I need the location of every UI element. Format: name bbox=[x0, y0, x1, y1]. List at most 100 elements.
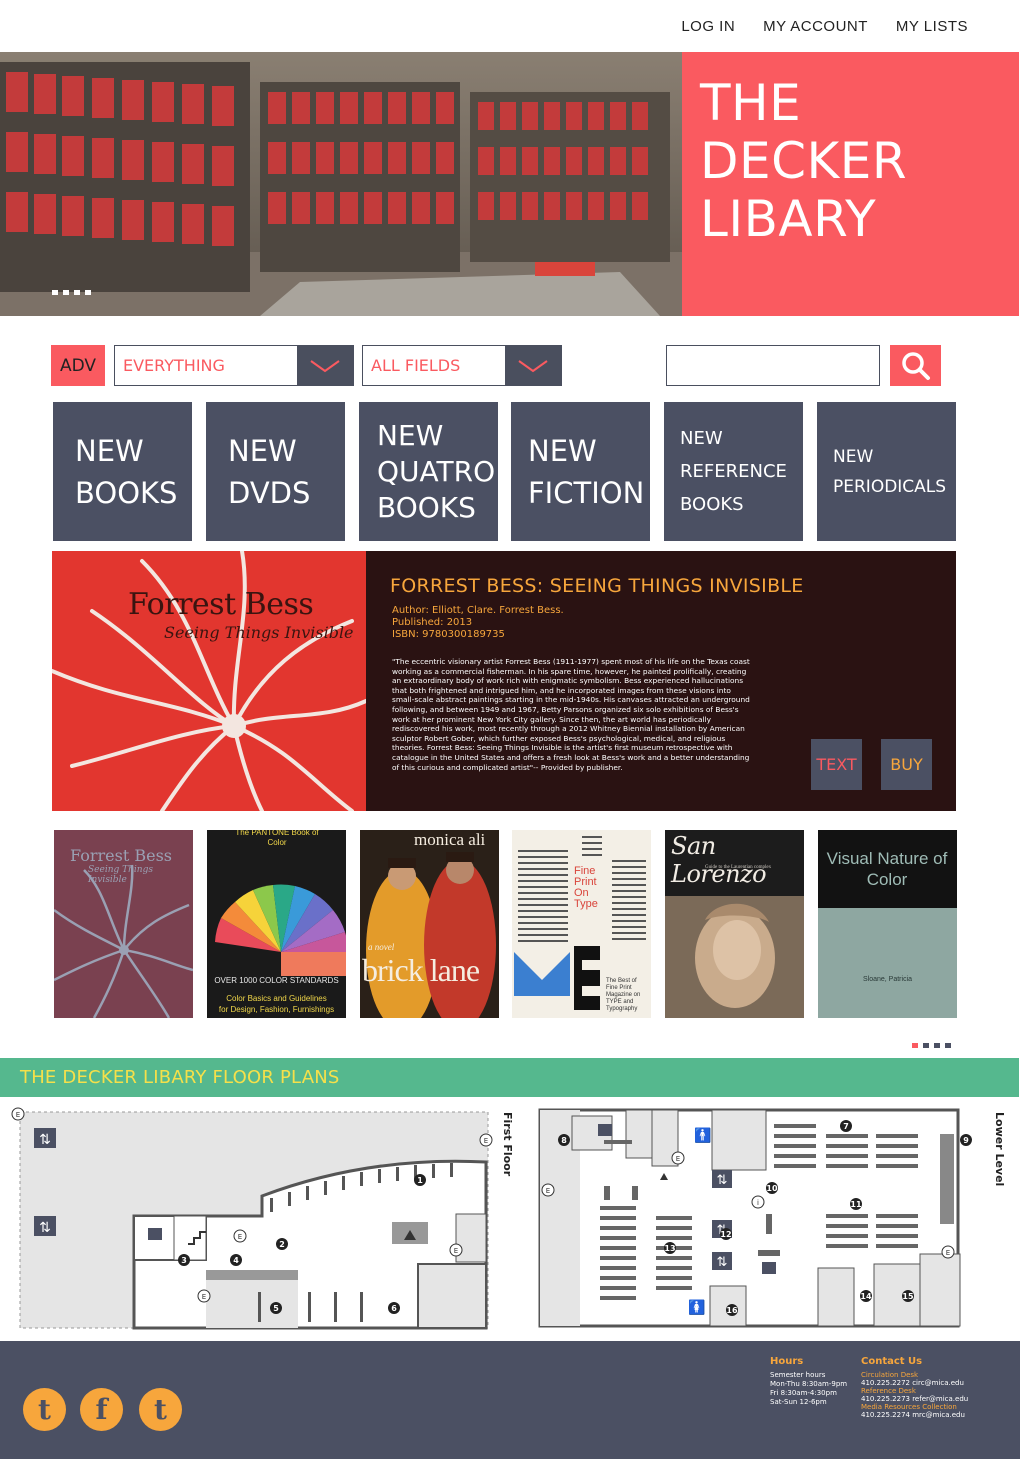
book-cover[interactable]: Visual Nature of Color Sloane, Patricia bbox=[818, 830, 957, 1018]
featured-cover-title: Forrest Bess bbox=[128, 587, 314, 622]
first-floor-map[interactable]: ⇅ ⇅ 1 2 3 4 5 6 E E E E E First Floor bbox=[8, 1104, 518, 1334]
carousel-pagination[interactable] bbox=[912, 1043, 951, 1048]
tile-new-reference-books[interactable]: NEW REFERENCE BOOKS bbox=[664, 402, 803, 541]
svg-text:⇅: ⇅ bbox=[717, 1255, 728, 1270]
map-marker[interactable]: 3 bbox=[181, 1256, 187, 1265]
map-marker[interactable]: 12 bbox=[720, 1230, 731, 1239]
map-marker[interactable]: 9 bbox=[963, 1136, 969, 1145]
map-marker[interactable]: 14 bbox=[860, 1292, 872, 1301]
hero-title-panel: THE DECKER LIBARY bbox=[682, 52, 1019, 316]
search-input[interactable] bbox=[666, 345, 880, 386]
hours-line: Mon-Thu 8:30am-9pm bbox=[770, 1380, 848, 1388]
featured-author: Author: Elliott, Clare. Forrest Bess. bbox=[392, 605, 564, 616]
site-title: THE DECKER LIBARY bbox=[700, 74, 908, 248]
contact-label: Circulation Desk bbox=[861, 1371, 919, 1379]
map-marker[interactable]: 7 bbox=[843, 1122, 849, 1131]
svg-text:🚹: 🚹 bbox=[694, 1127, 711, 1144]
svg-text:E: E bbox=[202, 1293, 206, 1301]
svg-text:E: E bbox=[546, 1187, 550, 1195]
cover-title: Fine Print On Type bbox=[574, 865, 598, 910]
facebook-icon[interactable]: f bbox=[80, 1388, 123, 1431]
floor-plans-header: THE DECKER LIBARY FLOOR PLANS bbox=[0, 1058, 1019, 1097]
search-button[interactable] bbox=[890, 345, 941, 386]
login-link[interactable]: LOG IN bbox=[681, 18, 735, 35]
svg-text:E: E bbox=[484, 1137, 488, 1145]
map-marker[interactable]: 2 bbox=[279, 1240, 285, 1249]
buy-button[interactable]: BUY bbox=[881, 739, 932, 790]
advanced-search-button[interactable]: ADV bbox=[51, 345, 105, 386]
text-button[interactable]: TEXT bbox=[811, 739, 862, 790]
svg-text:⇅: ⇅ bbox=[717, 1173, 728, 1188]
svg-text:E: E bbox=[946, 1249, 950, 1257]
hours-line: Fri 8:30am-4:30pm bbox=[770, 1389, 837, 1397]
map-marker[interactable]: 10 bbox=[766, 1184, 778, 1193]
info-icon[interactable]: i bbox=[757, 1199, 759, 1207]
contact-value[interactable]: 410.225.2273 refer@mica.edu bbox=[861, 1395, 968, 1403]
my-account-link[interactable]: MY ACCOUNT bbox=[763, 18, 868, 35]
map-marker[interactable]: 4 bbox=[233, 1256, 239, 1265]
lower-level-label: Lower Level bbox=[993, 1112, 1006, 1186]
contact-label: Reference Desk bbox=[861, 1387, 916, 1395]
page-dot-active[interactable] bbox=[912, 1043, 918, 1048]
book-cover[interactable]: San Lorenzo Guide to the Laurentian comp… bbox=[665, 830, 804, 1018]
tumblr-icon[interactable]: t bbox=[23, 1388, 66, 1431]
tile-new-periodicals[interactable]: NEW PERIODICALS bbox=[817, 402, 956, 541]
book-cover[interactable]: The PANTONE Book of Color OVER 1000 COLO… bbox=[207, 830, 346, 1018]
scope-select[interactable]: EVERYTHING bbox=[114, 345, 354, 386]
svg-text:⇅: ⇅ bbox=[39, 1220, 51, 1236]
cover-author: monica ali bbox=[414, 830, 486, 849]
slide-dot[interactable] bbox=[85, 290, 91, 295]
cover-title: brick lane bbox=[362, 952, 480, 988]
svg-text:🚺: 🚺 bbox=[688, 1299, 705, 1316]
floor-plans-heading: THE DECKER LIBARY FLOOR PLANS bbox=[20, 1067, 340, 1088]
slide-dot[interactable] bbox=[74, 290, 80, 295]
cover-title: The PANTONE Book of Color bbox=[235, 830, 319, 847]
hours-line: Semester hours bbox=[770, 1371, 826, 1379]
page-dot[interactable] bbox=[934, 1043, 940, 1048]
top-nav: LOG IN MY ACCOUNT MY LISTS bbox=[681, 18, 968, 35]
featured-published: Published: 2013 bbox=[392, 617, 473, 628]
twitter-icon[interactable]: t bbox=[139, 1388, 182, 1431]
map-marker[interactable]: 11 bbox=[850, 1200, 862, 1209]
map-marker[interactable]: 5 bbox=[273, 1304, 279, 1313]
svg-text:E: E bbox=[676, 1155, 680, 1163]
map-marker[interactable]: 1 bbox=[417, 1176, 423, 1185]
slide-dot[interactable] bbox=[52, 290, 58, 295]
tile-new-quatro-books[interactable]: NEW QUATRO BOOKS bbox=[359, 402, 498, 541]
book-cover[interactable]: Fine Print On Type The Best of Fine Prin… bbox=[512, 830, 651, 1018]
tile-new-dvds[interactable]: NEW DVDS bbox=[206, 402, 345, 541]
cover-tag: a novel bbox=[368, 942, 395, 952]
slide-dot[interactable] bbox=[63, 290, 69, 295]
hours-line: Sat-Sun 12-6pm bbox=[770, 1398, 827, 1406]
page-dot[interactable] bbox=[923, 1043, 929, 1048]
svg-text:E: E bbox=[238, 1233, 242, 1241]
first-floor-label: First Floor bbox=[501, 1112, 514, 1177]
tile-new-fiction[interactable]: NEW FICTION bbox=[511, 402, 650, 541]
contact-value[interactable]: 410.225.2272 circ@mica.edu bbox=[861, 1379, 964, 1387]
contact-heading: Contact Us bbox=[861, 1356, 923, 1367]
tile-new-books[interactable]: NEW BOOKS bbox=[53, 402, 192, 541]
cover-title: San Lorenzo bbox=[671, 832, 767, 888]
featured-description: "The eccentric visionary artist Forrest … bbox=[392, 657, 750, 772]
cover-title: Visual Nature of Color bbox=[826, 849, 948, 889]
field-select[interactable]: ALL FIELDS bbox=[362, 345, 562, 386]
map-marker[interactable]: 8 bbox=[561, 1136, 567, 1145]
chevron-down-icon[interactable] bbox=[505, 346, 561, 385]
map-marker[interactable]: 13 bbox=[664, 1244, 675, 1253]
cover-line: OVER 1000 COLOR STANDARDS bbox=[214, 976, 339, 985]
hero-image bbox=[0, 52, 682, 316]
map-marker[interactable]: 16 bbox=[726, 1306, 738, 1315]
hero-slide-indicator[interactable] bbox=[52, 290, 91, 295]
chevron-down-icon[interactable] bbox=[297, 346, 353, 385]
page-dot[interactable] bbox=[945, 1043, 951, 1048]
book-cover[interactable]: Forrest Bess Seeing Things Invisible bbox=[54, 830, 193, 1018]
book-cover[interactable]: monica ali a novel brick lane bbox=[360, 830, 499, 1018]
lower-level-map[interactable]: ⇅ ⇅ ⇅ 🚹 🚺 7 8 9 10 11 12 13 14 15 16 E E… bbox=[536, 1104, 1012, 1334]
featured-book-title[interactable]: FORREST BESS: SEEING THINGS INVISIBLE bbox=[390, 575, 804, 597]
cover-title: Forrest Bess bbox=[70, 846, 172, 865]
my-lists-link[interactable]: MY LISTS bbox=[896, 18, 968, 35]
map-marker[interactable]: 6 bbox=[391, 1304, 397, 1313]
featured-book-cover[interactable]: Forrest Bess Seeing Things Invisible bbox=[52, 551, 366, 811]
contact-value[interactable]: 410.225.2274 mrc@mica.edu bbox=[861, 1411, 965, 1419]
map-marker[interactable]: 15 bbox=[902, 1292, 914, 1301]
